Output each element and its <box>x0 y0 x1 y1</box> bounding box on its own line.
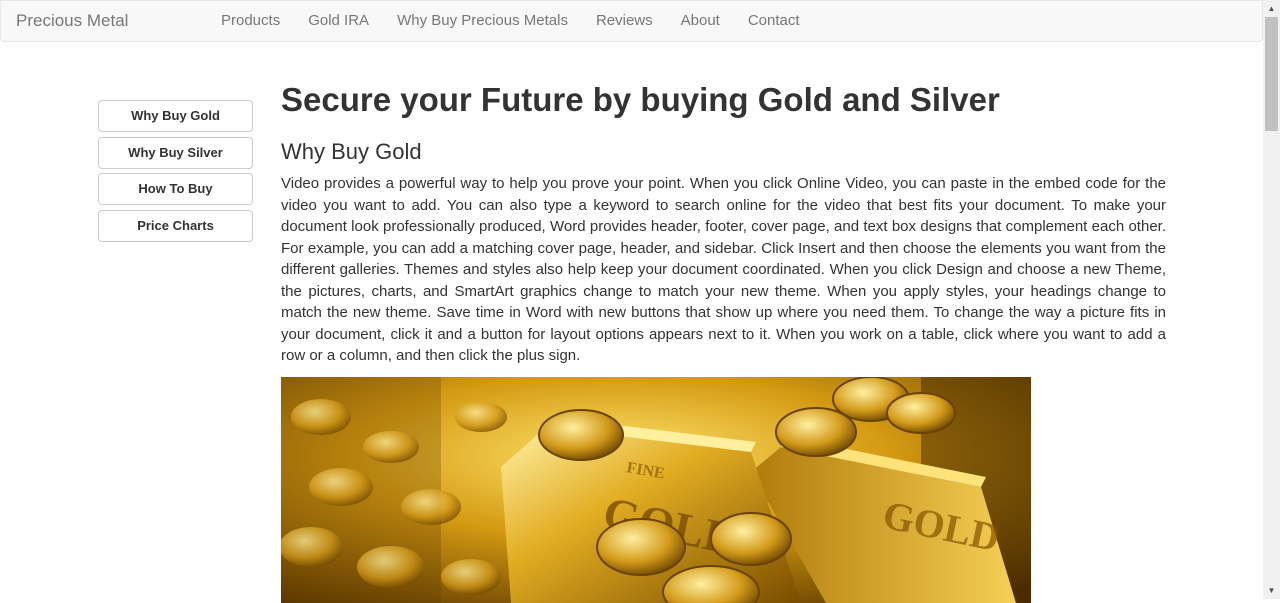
vertical-scrollbar[interactable]: ▲ ▼ <box>1263 0 1280 599</box>
brand-link[interactable]: Precious Metal <box>16 11 128 31</box>
main-content: Secure your Future by buying Gold and Si… <box>281 78 1166 603</box>
nav-item-gold-ira[interactable]: Gold IRA <box>294 1 383 41</box>
top-navbar: Precious Metal Products Gold IRA Why Buy… <box>0 0 1263 42</box>
gold-bars-illustration: GOLD FINE GOLD <box>281 376 1031 603</box>
sidebar-item-why-buy-silver[interactable]: Why Buy Silver <box>98 136 253 169</box>
sidebar-item-price-charts[interactable]: Price Charts <box>98 209 253 242</box>
triangle-up-icon[interactable]: ▲ <box>1263 0 1280 17</box>
sidebar: Why Buy Gold Why Buy Silver How To Buy P… <box>98 100 253 246</box>
nav-item-products[interactable]: Products <box>207 1 294 41</box>
triangle-down-icon[interactable]: ▼ <box>1263 582 1280 599</box>
nav-item-contact[interactable]: Contact <box>734 1 814 41</box>
body-paragraph: Video provides a powerful way to help yo… <box>281 175 1166 364</box>
scrollbar-thumb[interactable] <box>1265 17 1278 131</box>
sidebar-item-why-buy-gold[interactable]: Why Buy Gold <box>98 100 253 132</box>
section-heading: Why Buy Gold <box>281 139 422 164</box>
main-nav: Products Gold IRA Why Buy Precious Metal… <box>207 1 814 41</box>
nav-item-reviews[interactable]: Reviews <box>582 1 667 41</box>
nav-item-about[interactable]: About <box>667 1 734 41</box>
nav-item-why-buy-precious-metals[interactable]: Why Buy Precious Metals <box>383 1 582 41</box>
page-title: Secure your Future by buying Gold and Si… <box>281 81 1000 118</box>
gold-bars-image: GOLD FINE GOLD <box>281 376 1031 603</box>
sidebar-item-how-to-buy[interactable]: How To Buy <box>98 173 253 205</box>
